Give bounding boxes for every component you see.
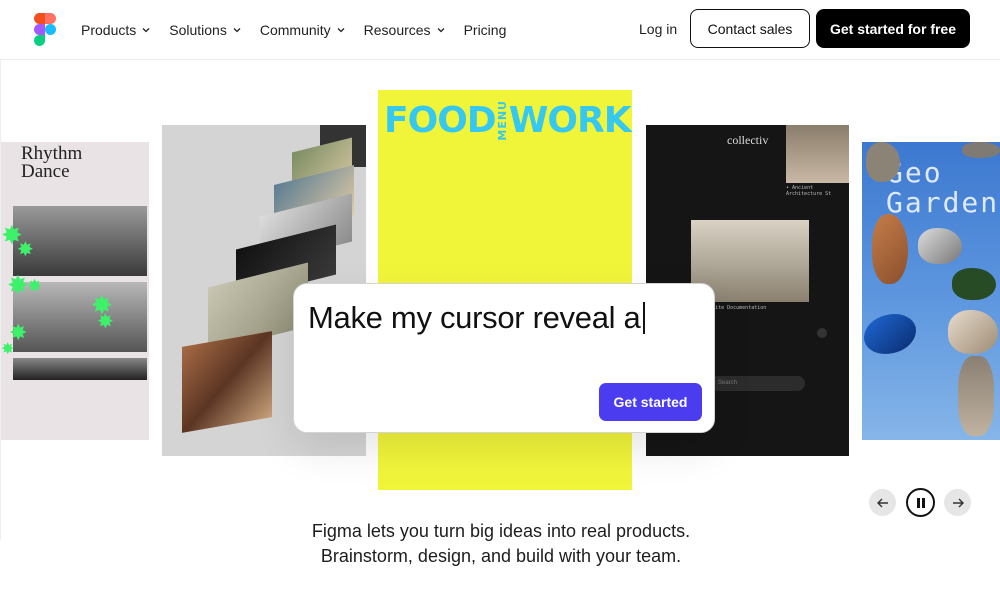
nav-resources[interactable]: Resources [364, 22, 446, 38]
showcase-card-rhythm-dance[interactable]: Rhythm Dance ✸ ✸ ✸ ✸ ✸ ✸ ✸ ✸ [1, 142, 149, 440]
chevron-down-icon [233, 28, 241, 33]
geo-word: Geo [886, 156, 943, 189]
nav-solutions[interactable]: Solutions [169, 22, 242, 38]
food-word: FOOD [384, 99, 497, 141]
contact-sales-button[interactable]: Contact sales [690, 9, 810, 48]
get-started-free-button[interactable]: Get started for free [816, 9, 970, 48]
top-nav: Products Solutions Community Resources P… [0, 0, 1000, 60]
carousel-pause-button[interactable] [906, 488, 935, 517]
butterfly-image [864, 314, 916, 354]
ruins-photo [786, 125, 849, 183]
food-menu-works-title: FOOD MENU WORKS [384, 94, 632, 146]
prompt-input[interactable]: Make my cursor reveal a [308, 300, 645, 336]
main-nav: Products Solutions Community Resources P… [81, 0, 506, 60]
nav-community-label: Community [259, 22, 331, 38]
arrow-left-icon [876, 498, 888, 507]
nav-resources-label: Resources [363, 22, 431, 38]
star-sticker-icon: ✸ [27, 276, 43, 296]
carousel-next-button[interactable] [944, 489, 971, 516]
pause-icon [916, 497, 925, 508]
text-cursor [643, 302, 645, 334]
dot-indicator [817, 328, 827, 338]
prompt-text: Make my cursor reveal a [308, 300, 641, 335]
rock-stack-image [958, 356, 994, 436]
star-sticker-icon: ✸ [17, 239, 34, 261]
chevron-down-icon [142, 28, 150, 33]
showcase-card-geo-garden[interactable]: Geo Garden [862, 142, 1000, 440]
rock-image [918, 228, 962, 264]
star-sticker-icon: ✸ [7, 270, 29, 300]
nav-solutions-label: Solutions [169, 22, 227, 38]
stage-photo [13, 358, 147, 380]
star-sticker-icon: ✸ [97, 311, 114, 333]
rhythm-dance-title: Rhythm Dance [21, 143, 83, 182]
nav-community[interactable]: Community [260, 22, 346, 38]
collectiv-title: collectiv [727, 133, 769, 147]
collectiv-caption: • Ancient Architecture St [786, 185, 832, 197]
rock-image [866, 142, 900, 182]
login-link[interactable]: Log in [639, 21, 677, 37]
tagline-line-1: Figma lets you turn big ideas into real … [311, 521, 691, 541]
hero-tagline: Figma lets you turn big ideas into real … [201, 519, 801, 569]
geo-garden-title: Geo Garden [886, 158, 999, 218]
rock-image [952, 268, 996, 300]
nav-products[interactable]: Products [81, 22, 151, 38]
carousel-prev-button[interactable] [869, 489, 896, 516]
tagline-line-2: Brainstorm, design, and build with your … [320, 546, 682, 566]
get-started-button[interactable]: Get started [599, 383, 702, 421]
nav-pricing-label: Pricing [463, 22, 507, 38]
figma-logo-icon[interactable] [34, 13, 56, 46]
chevron-down-icon [437, 28, 445, 33]
nav-pricing[interactable]: Pricing [464, 22, 507, 38]
rock-image [872, 214, 908, 284]
star-sticker-icon: ✸ [1, 341, 15, 358]
collage-image [182, 331, 272, 433]
arrow-right-icon [952, 498, 964, 507]
nav-products-label: Products [81, 22, 137, 38]
menu-word: MENU [495, 99, 509, 141]
ai-prompt-box[interactable]: Make my cursor reveal a Get started [293, 283, 715, 433]
chevron-down-icon [337, 28, 345, 33]
garden-word: Garden [886, 186, 1000, 219]
rock-image [962, 142, 1000, 158]
collectiv-search-field: Search [710, 376, 805, 391]
hero-section: Rhythm Dance ✸ ✸ ✸ ✸ ✸ ✸ ✸ ✸ FOOD MENU W… [0, 60, 1000, 566]
works-word: WORKS [508, 99, 632, 141]
rock-image [948, 310, 998, 354]
